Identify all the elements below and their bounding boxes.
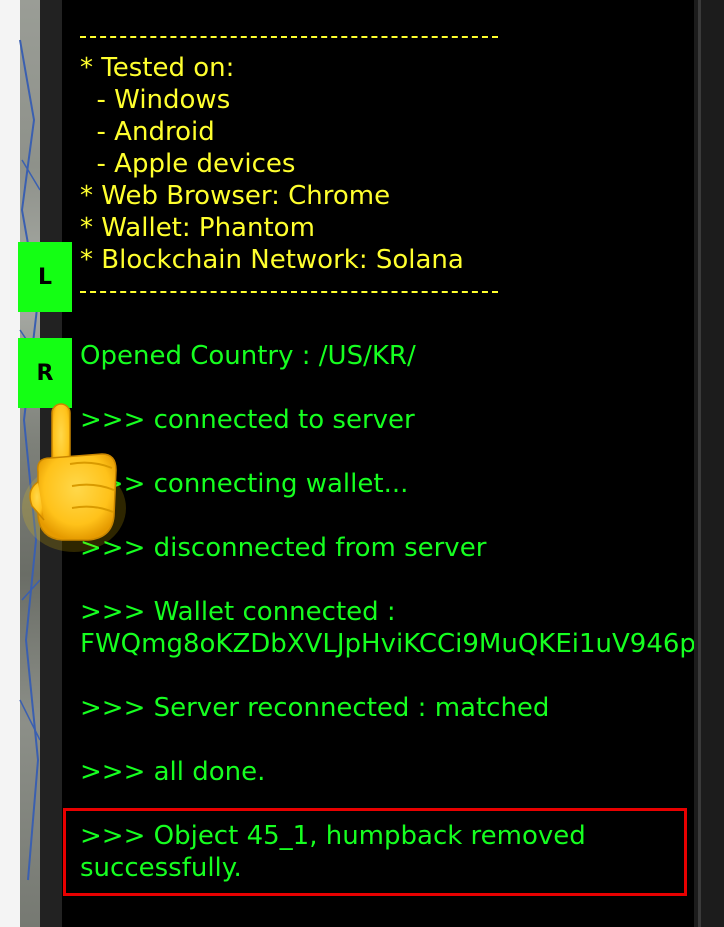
info-line: - Apple devices [80,149,296,179]
info-line: * Tested on: [80,53,235,83]
info-line: * Web Browser: Chrome [80,181,391,211]
info-line: * Wallet: Phantom [80,213,315,243]
info-line: - Windows [80,85,231,115]
separator-top [80,36,498,38]
log-wallet-connected: >>> Wallet connected : [80,597,396,627]
log-connected: >>> connected to server [80,405,415,435]
log-server-reconnected: >>> Server reconnected : matched [80,693,550,723]
info-line: * Blockchain Network: Solana [80,245,464,275]
scrollbar-track[interactable] [698,0,701,927]
log-all-done: >>> all done. [80,757,266,787]
separator-bottom [80,291,498,293]
log-opened-country: Opened Country : /US/KR/ [80,341,416,371]
panel-frame-right[interactable] [694,0,724,927]
console-log-panel[interactable]: * Tested on: - Windows - Android - Apple… [62,0,694,927]
log-disconnected: >>> disconnected from server [80,533,487,563]
log-connecting-wallet: >>> connecting wallet... [80,469,409,499]
log-wallet-address: FWQmg8oKZDbXVLJpHviKCCi9MuQKEi1uV946puy [80,629,694,659]
info-line: - Android [80,117,215,147]
pointing-hand-icon [22,403,126,552]
highlight-box [63,808,687,896]
left-button[interactable]: L [18,242,72,312]
